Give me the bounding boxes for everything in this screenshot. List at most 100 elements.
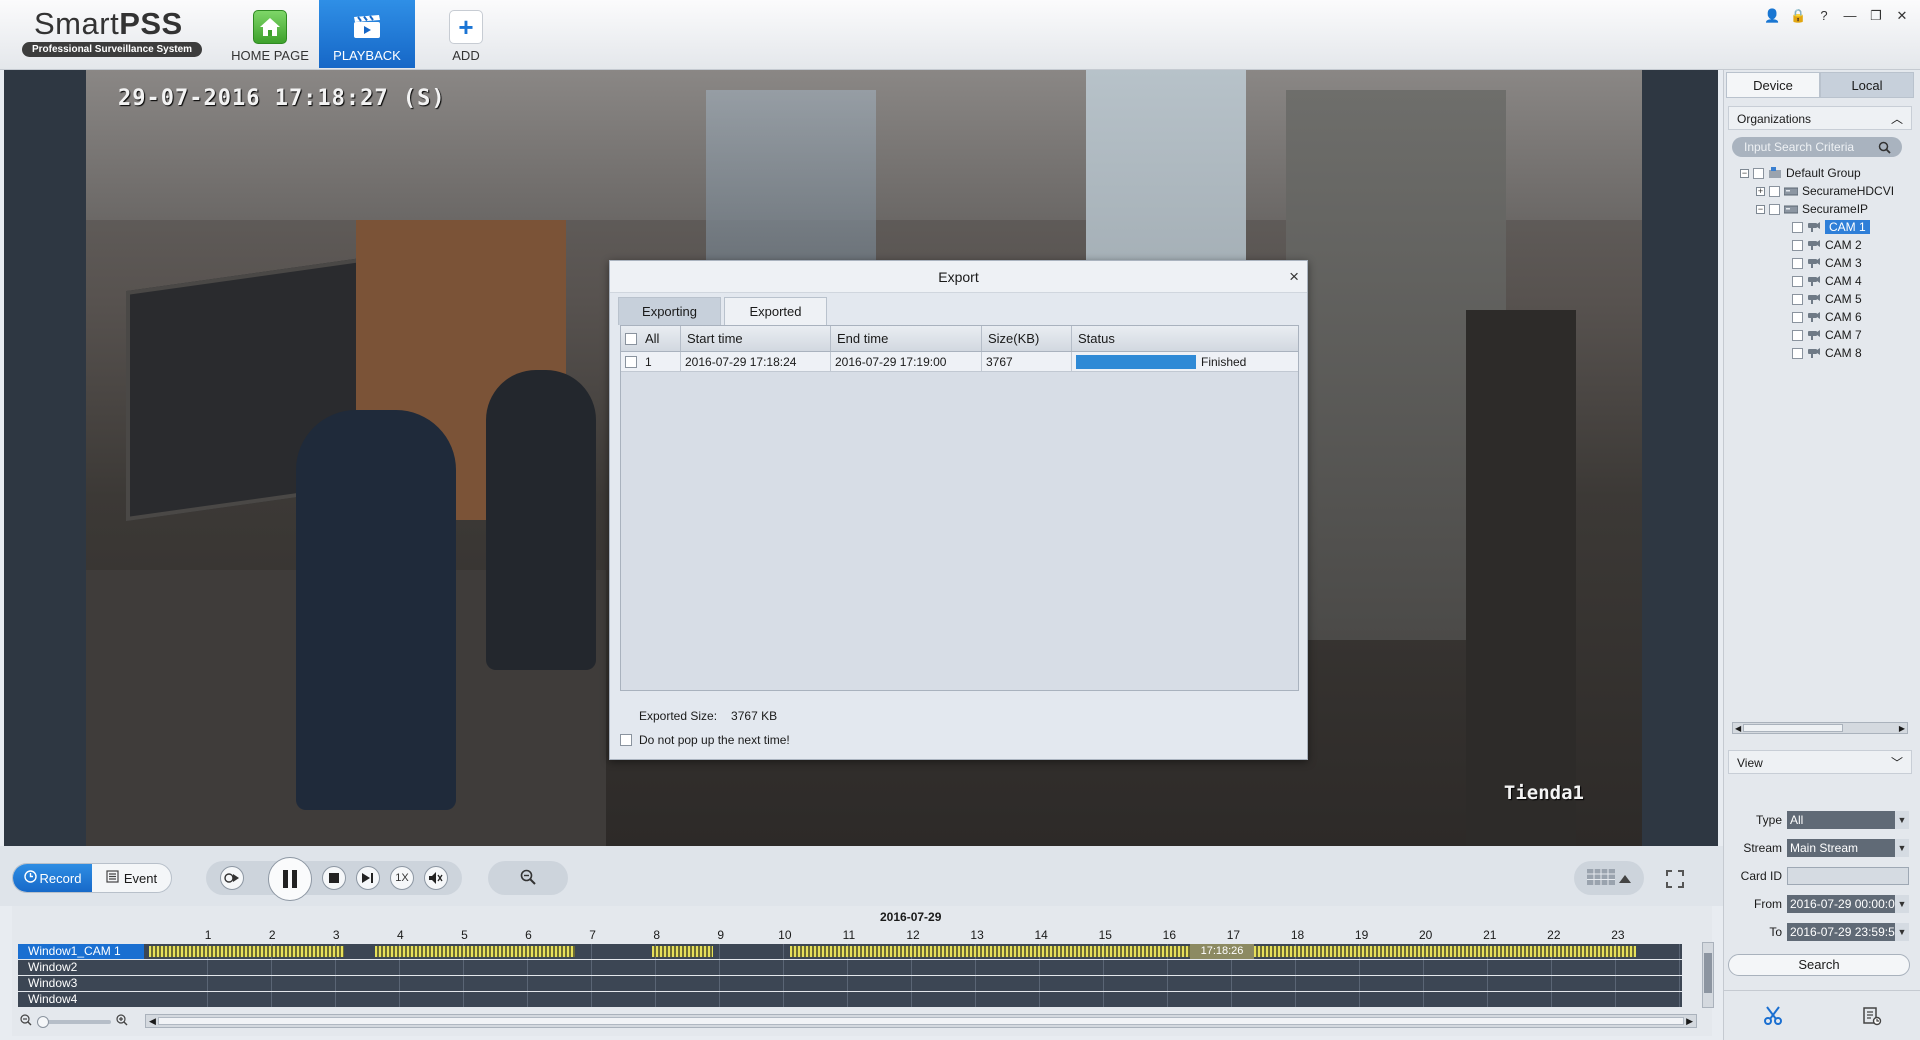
timeline-cursor[interactable]: 17:18:26 <box>1190 944 1254 959</box>
search-icon[interactable] <box>1874 137 1894 157</box>
timeline[interactable]: 2016-07-29 1 2 3 4 5 6 7 8 9 10 11 12 13 14 15 16 17 18 19… <box>12 906 1714 1036</box>
nav-home-page[interactable]: HOME PAGE <box>222 0 318 68</box>
expand-icon[interactable]: + <box>1756 186 1765 196</box>
tree-node[interactable]: CAM 3 <box>1792 254 1862 272</box>
tree-node[interactable]: CAM 6 <box>1792 308 1862 326</box>
timeline-row-label[interactable]: Window1_CAM 1 <box>18 944 144 959</box>
tab-local[interactable]: Local <box>1820 72 1914 98</box>
col-status[interactable]: Status <box>1072 326 1298 351</box>
scroll-right-icon[interactable]: ▶ <box>1899 724 1905 733</box>
timeline-track[interactable] <box>144 992 1682 1007</box>
scroll-right-icon[interactable]: ▶ <box>1686 1016 1693 1027</box>
fullscreen-icon[interactable] <box>1664 868 1686 890</box>
search-button[interactable]: Search <box>1728 954 1910 976</box>
tab-exporting[interactable]: Exporting <box>618 297 721 325</box>
timeline-vertical-scrollbar[interactable] <box>1702 942 1714 1008</box>
collapse-icon[interactable]: − <box>1740 168 1749 178</box>
timeline-row-window2[interactable]: Window2 <box>18 960 1682 975</box>
no-popup-option[interactable]: Do not pop up the next time! <box>620 733 790 747</box>
record-mode-button[interactable]: Record <box>13 864 92 892</box>
col-size[interactable]: Size(KB) <box>982 326 1072 351</box>
timeline-track[interactable] <box>144 976 1682 991</box>
tree-node[interactable]: CAM 5 <box>1792 290 1862 308</box>
tree-checkbox[interactable] <box>1792 257 1803 269</box>
timeline-hour-tick: 9 <box>717 928 725 942</box>
tree-checkbox[interactable] <box>1792 347 1803 359</box>
close-icon[interactable]: ✕ <box>1894 8 1910 24</box>
user-icon[interactable]: 👤 <box>1764 8 1780 24</box>
row-checkbox[interactable] <box>625 355 637 368</box>
search-input[interactable] <box>1732 138 1874 156</box>
speed-button[interactable]: 1X <box>390 866 414 890</box>
from-datetime[interactable]: 2016-07-29 00:00:00 ▼ <box>1787 895 1909 913</box>
tree-node[interactable]: CAM 7 <box>1792 326 1862 344</box>
window-layout-button[interactable] <box>1574 861 1644 895</box>
tree-node[interactable]: CAM 8 <box>1792 344 1862 362</box>
tree-checkbox[interactable] <box>1792 275 1803 287</box>
dialog-titlebar[interactable]: Export × <box>610 261 1307 293</box>
tree-node[interactable]: + SecurameHDCVI <box>1756 182 1894 200</box>
nav-playback[interactable]: PLAYBACK <box>319 0 415 68</box>
tree-node[interactable]: − SecurameIP <box>1756 200 1868 218</box>
stream-select[interactable]: Main Stream ▼ <box>1787 839 1909 857</box>
tree-checkbox[interactable] <box>1792 311 1803 323</box>
view-header[interactable]: View ﹀ <box>1728 750 1912 774</box>
tree-checkbox[interactable] <box>1753 167 1764 179</box>
timeline-row-window3[interactable]: Window3 <box>18 976 1682 991</box>
timeline-row-window1[interactable]: Window1_CAM 1 17:18:26 <box>18 944 1682 959</box>
scroll-left-icon[interactable]: ◀ <box>149 1016 156 1027</box>
tree-checkbox[interactable] <box>1792 293 1803 305</box>
nav-add[interactable]: + ADD <box>420 0 512 68</box>
tree-checkbox[interactable] <box>1792 329 1803 341</box>
scroll-left-icon[interactable]: ◀ <box>1735 724 1741 733</box>
pause-button[interactable] <box>268 857 312 901</box>
tab-exported[interactable]: Exported <box>724 297 827 325</box>
timeline-row-label[interactable]: Window2 <box>18 960 144 975</box>
organizations-header[interactable]: Organizations ︿ <box>1728 106 1912 130</box>
tree-checkbox[interactable] <box>1769 185 1780 197</box>
collapse-icon[interactable]: − <box>1756 204 1765 214</box>
zoom-out-icon[interactable] <box>20 1014 32 1029</box>
next-frame-button[interactable] <box>356 866 380 890</box>
tree-checkbox[interactable] <box>1792 239 1803 251</box>
export-list-icon[interactable] <box>1860 1004 1884 1028</box>
event-mode-button[interactable]: Event <box>92 864 171 892</box>
tree-node[interactable]: CAM 1 <box>1792 218 1870 236</box>
scissors-icon[interactable] <box>1761 1004 1785 1028</box>
restore-icon[interactable]: ❐ <box>1868 8 1884 24</box>
sync-play-icon[interactable] <box>220 866 244 890</box>
help-icon[interactable]: ? <box>1816 8 1832 24</box>
scrollbar-thumb[interactable] <box>158 1017 1684 1025</box>
zoom-in-icon[interactable] <box>116 1014 128 1029</box>
to-datetime[interactable]: 2016-07-29 23:59:59 ▼ <box>1787 923 1909 941</box>
zoom-slider-knob[interactable] <box>37 1015 49 1028</box>
tab-device[interactable]: Device <box>1726 72 1820 98</box>
no-popup-checkbox[interactable] <box>620 734 632 746</box>
dialog-close-button[interactable]: × <box>1289 261 1299 293</box>
stop-button[interactable] <box>322 866 346 890</box>
mute-icon[interactable] <box>424 866 448 890</box>
tree-checkbox[interactable] <box>1792 221 1803 233</box>
timeline-track[interactable] <box>144 960 1682 975</box>
tree-horizontal-scrollbar[interactable]: ◀ ▶ <box>1732 722 1908 734</box>
table-row[interactable]: 1 2016-07-29 17:18:24 2016-07-29 17:19:0… <box>621 352 1298 372</box>
tree-node[interactable]: CAM 2 <box>1792 236 1862 254</box>
scrollbar-thumb[interactable] <box>1743 724 1843 732</box>
cardid-input[interactable] <box>1787 867 1909 885</box>
scrollbar-thumb[interactable] <box>1704 953 1712 993</box>
timeline-row-label[interactable]: Window4 <box>18 992 144 1007</box>
timeline-row-window4[interactable]: Window4 <box>18 992 1682 1007</box>
tree-checkbox[interactable] <box>1769 203 1780 215</box>
digital-zoom-button[interactable] <box>488 861 568 895</box>
col-start-time[interactable]: Start time <box>681 326 831 351</box>
lock-icon[interactable]: 🔒 <box>1790 8 1806 24</box>
minimize-icon[interactable]: — <box>1842 8 1858 24</box>
timeline-horizontal-scrollbar[interactable]: ◀ ▶ <box>145 1014 1697 1028</box>
timeline-row-label[interactable]: Window3 <box>18 976 144 991</box>
type-select[interactable]: All ▼ <box>1787 811 1909 829</box>
tree-node[interactable]: − Default Group <box>1740 164 1861 182</box>
col-end-time[interactable]: End time <box>831 326 982 351</box>
tree-node[interactable]: CAM 4 <box>1792 272 1862 290</box>
select-all-checkbox[interactable] <box>625 332 637 345</box>
zoom-slider[interactable] <box>37 1015 111 1028</box>
